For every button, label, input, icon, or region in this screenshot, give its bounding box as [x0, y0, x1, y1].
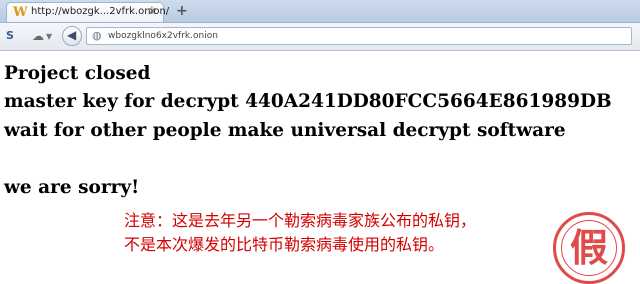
- browser-tab[interactable]: W http://wbozgk...2vfrk.onion/ ✕: [6, 2, 169, 22]
- cloud-icon[interactable]: ☁: [32, 29, 44, 43]
- heading-project-closed: Project closed: [4, 63, 151, 84]
- address-bar[interactable]: ◍ wbozgklno6x2vfrk.onion: [86, 27, 632, 45]
- site-favicon-icon: W: [13, 5, 28, 20]
- tab-close-icon[interactable]: ✕: [148, 5, 157, 18]
- s-menu-icon[interactable]: S: [6, 29, 14, 42]
- chinese-note-line-1: 注意：这是去年另一个勒索病毒家族公布的私钥，: [124, 211, 477, 230]
- chinese-note-line-2: 不是本次爆发的比特币勒索病毒使用的私钥。: [124, 235, 445, 254]
- back-button[interactable]: ◀: [62, 26, 82, 46]
- fake-stamp-text: 假: [569, 226, 608, 270]
- master-key-text: master key for decrypt 440A241DD80FCC566…: [4, 91, 612, 112]
- back-arrow-icon: ◀: [67, 28, 77, 42]
- tab-strip: W http://wbozgk...2vfrk.onion/ ✕ +: [0, 0, 640, 23]
- dropdown-caret-icon[interactable]: ▼: [46, 32, 52, 41]
- globe-icon: ◍: [92, 29, 102, 42]
- fake-stamp: 假: [553, 212, 625, 284]
- page-content: Project closed master key for decrypt 44…: [0, 50, 640, 284]
- address-bar-url: wbozgklno6x2vfrk.onion: [108, 31, 218, 41]
- wait-message-text: wait for other people make universal dec…: [4, 120, 566, 141]
- navigation-bar: S ☁ ▼ ◀ ◍ wbozgklno6x2vfrk.onion: [0, 23, 640, 51]
- apology-text: we are sorry!: [4, 177, 140, 198]
- new-tab-icon[interactable]: +: [176, 3, 188, 19]
